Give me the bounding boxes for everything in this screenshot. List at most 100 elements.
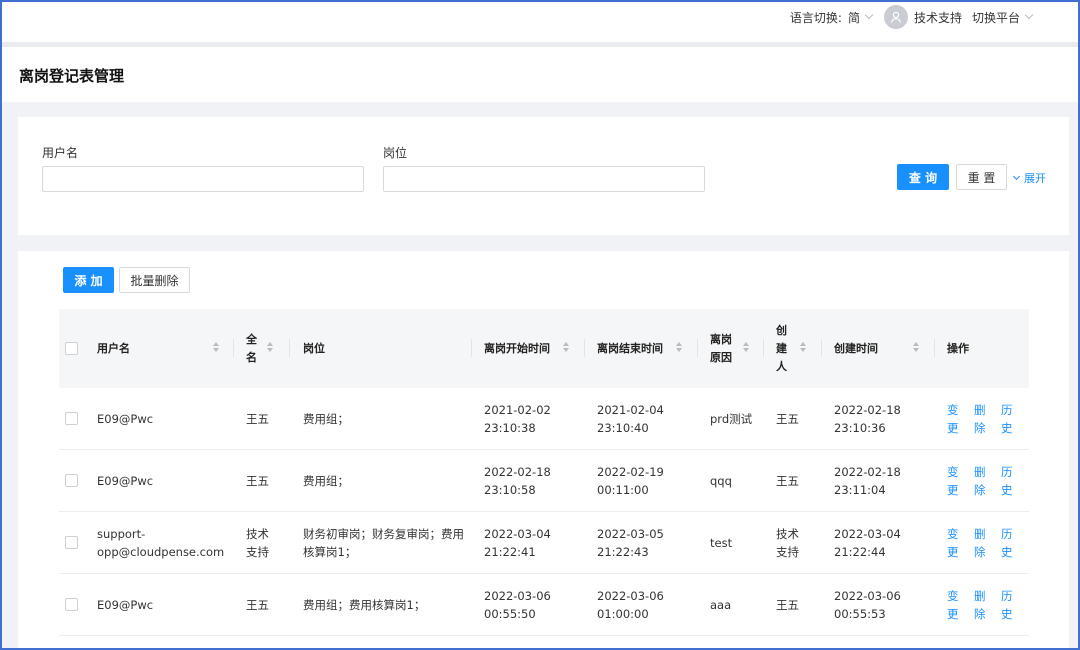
cell-username: E09@Pwc	[97, 597, 154, 612]
history-link[interactable]: 历 史	[1001, 587, 1013, 623]
divider	[697, 339, 698, 357]
delete-link[interactable]: 删 除	[974, 587, 986, 623]
query-button[interactable]: 查 询	[897, 164, 949, 190]
cell-reason: aaa	[710, 597, 732, 612]
expand-label: 展开	[1024, 172, 1046, 185]
col-fullname[interactable]: 全 名	[246, 309, 257, 388]
cell-start-time: 2022-02-18 23:10:58	[484, 464, 551, 497]
row-checkbox[interactable]	[65, 474, 78, 487]
change-link[interactable]: 变 更	[947, 525, 959, 561]
sort-icon[interactable]	[563, 342, 570, 354]
add-button[interactable]: 添 加	[63, 267, 114, 293]
change-link[interactable]: 变 更	[947, 587, 959, 623]
divider	[233, 339, 234, 357]
sort-icon[interactable]	[267, 342, 274, 354]
sort-icon[interactable]	[743, 342, 750, 354]
col-created-time[interactable]: 创建时间	[834, 309, 878, 388]
chevron-down-icon	[1012, 172, 1021, 181]
row-checkbox[interactable]	[65, 536, 78, 549]
cell-position: 费用组；	[303, 473, 349, 488]
table-row: E09@Pwc 王五 费用组； 2021-02-02 23:10:38 2021…	[59, 388, 1029, 450]
cell-creator: 技术 支持	[776, 526, 799, 559]
position-label: 岗位	[383, 146, 408, 160]
divider	[584, 339, 585, 357]
search-panel: 用户名 岗位 查 询 重 置 展开	[18, 117, 1069, 235]
cell-start-time: 2022-03-06 00:55:50	[484, 588, 551, 621]
sort-icon[interactable]	[913, 342, 920, 354]
row-checkbox[interactable]	[65, 598, 78, 611]
sort-icon[interactable]	[213, 342, 220, 354]
cell-start-time: 2021-02-02 23:10:38	[484, 402, 551, 435]
divider	[934, 339, 935, 357]
cell-reason: prd测试	[710, 411, 753, 426]
chevron-down-icon	[1024, 10, 1034, 20]
change-link[interactable]: 变 更	[947, 401, 959, 437]
col-creator[interactable]: 创 建 人	[776, 309, 787, 388]
table-header: 用户名 全 名 岗位 离岗开始时间 离岗结束时间 离岗 原因 创 建 人 创建时…	[59, 309, 1029, 388]
delete-link[interactable]: 删 除	[974, 401, 986, 437]
cell-fullname: 王五	[246, 473, 269, 488]
cell-end-time: 2021-02-04 23:10:40	[597, 402, 664, 435]
reset-button[interactable]: 重 置	[956, 164, 1007, 190]
table-row: E09@Pwc 王五 费用组；费用核算岗1； 2022-03-06 00:55:…	[59, 574, 1029, 636]
cell-fullname: 王五	[246, 411, 269, 426]
page-title: 离岗登记表管理	[19, 67, 125, 85]
col-username[interactable]: 用户名	[97, 309, 130, 388]
batch-delete-button[interactable]: 批量删除	[119, 267, 190, 293]
delete-link[interactable]: 删 除	[974, 463, 986, 499]
username-input[interactable]	[42, 166, 364, 192]
sort-icon[interactable]	[676, 342, 683, 354]
language-select[interactable]: 简	[848, 9, 878, 26]
cell-created-time: 2022-02-18 23:11:04	[834, 464, 901, 497]
history-link[interactable]: 历 史	[1001, 525, 1013, 561]
row-checkbox[interactable]	[65, 412, 78, 425]
cell-created-time: 2022-02-18 23:10:36	[834, 402, 901, 435]
cell-start-time: 2022-03-04 21:22:41	[484, 526, 551, 559]
change-link[interactable]: 变 更	[947, 463, 959, 499]
col-position[interactable]: 岗位	[303, 309, 325, 388]
user-icon	[890, 11, 902, 23]
cell-fullname: 技术 支持	[246, 526, 269, 559]
top-bar: 语言切换: 简 技术支持 切换平台	[2, 2, 1078, 42]
cell-creator: 王五	[776, 411, 799, 426]
cell-end-time: 2022-02-19 00:11:00	[597, 464, 664, 497]
col-end-time[interactable]: 离岗结束时间	[597, 309, 663, 388]
cell-username: support- opp@cloudpense.com	[97, 526, 225, 559]
chevron-down-icon	[864, 10, 874, 20]
cell-username: E09@Pwc	[97, 411, 154, 426]
history-link[interactable]: 历 史	[1001, 463, 1013, 499]
select-all-checkbox[interactable]	[65, 342, 78, 355]
switch-platform-label: 切换平台	[971, 10, 1020, 25]
avatar[interactable]	[883, 5, 908, 29]
sort-icon[interactable]	[800, 342, 807, 354]
divider	[763, 339, 764, 357]
title-bar: 离岗登记表管理	[2, 47, 1078, 102]
table-row: support- opp@cloudpense.com 技术 支持 财务初审岗；…	[59, 512, 1029, 574]
cell-creator: 王五	[776, 597, 799, 612]
divider	[821, 339, 822, 357]
position-input[interactable]	[383, 166, 705, 192]
table-panel: 添 加 批量删除 用户名 全 名 岗位 离岗开始时间 离岗结束时间 离岗 原因 …	[18, 251, 1069, 650]
cell-created-time: 2022-03-04 21:22:44	[834, 526, 901, 559]
username-label: 用户名	[42, 146, 79, 160]
col-start-time[interactable]: 离岗开始时间	[484, 309, 550, 388]
switch-platform-menu[interactable]: 切换平台	[972, 9, 1038, 26]
cell-position: 财务初审岗；财务复审岗；费用 核算岗1；	[303, 526, 464, 559]
user-name[interactable]: 技术支持	[914, 9, 962, 26]
divider	[289, 339, 290, 357]
cell-end-time: 2022-03-05 21:22:43	[597, 526, 664, 559]
cell-reason: qqq	[710, 473, 732, 488]
cell-creator: 王五	[776, 473, 799, 488]
col-actions: 操作	[947, 341, 969, 355]
table-row: E09@Pwc 王五 费用组； 2022-02-18 23:10:58 2022…	[59, 450, 1029, 512]
expand-link[interactable]: 展开	[1012, 170, 1046, 186]
cell-fullname: 王五	[246, 597, 269, 612]
col-reason[interactable]: 离岗 原因	[710, 309, 732, 388]
language-value: 简	[847, 10, 860, 25]
history-link[interactable]: 历 史	[1001, 401, 1013, 437]
delete-link[interactable]: 删 除	[974, 525, 986, 561]
cell-end-time: 2022-03-06 01:00:00	[597, 588, 664, 621]
cell-created-time: 2022-03-06 00:55:53	[834, 588, 901, 621]
divider	[471, 339, 472, 357]
cell-reason: test	[710, 535, 733, 550]
